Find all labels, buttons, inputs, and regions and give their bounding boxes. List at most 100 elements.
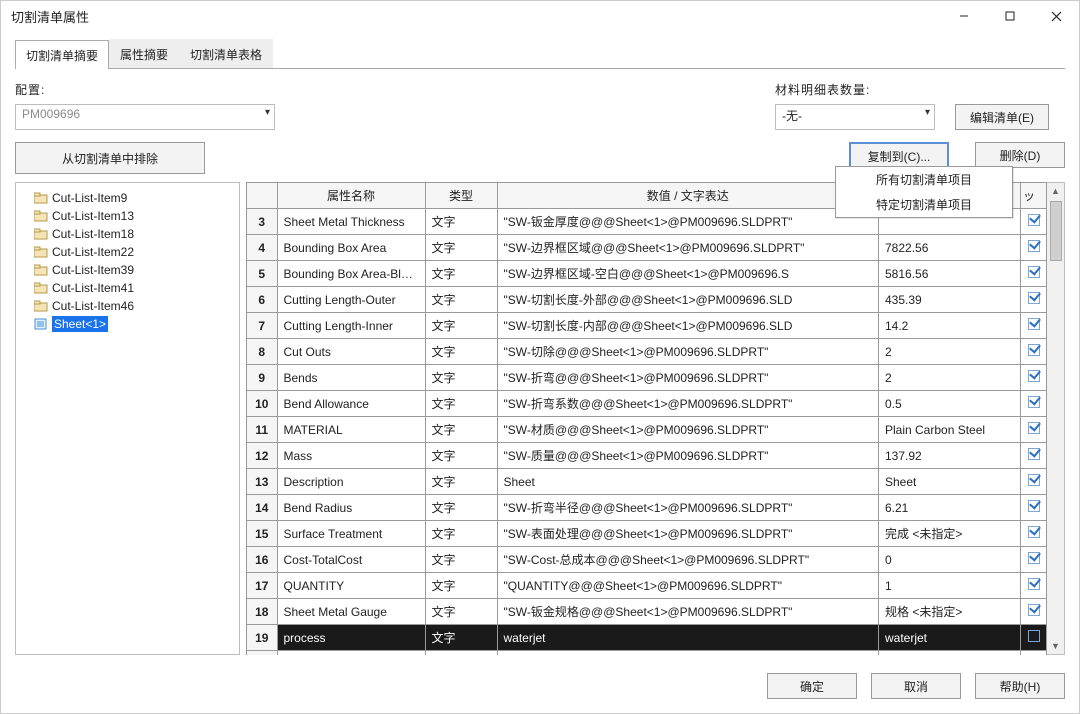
cell-expr[interactable]: "SW-切割长度-内部@@@Sheet<1>@PM009696.SLD (497, 313, 879, 339)
checkbox-icon[interactable] (1028, 474, 1040, 486)
table-row[interactable]: 18Sheet Metal Gauge文字"SW-钣金规格@@@Sheet<1>… (247, 599, 1047, 625)
scroll-up-icon[interactable]: ▲ (1047, 183, 1064, 199)
maximize-button[interactable] (987, 1, 1033, 31)
checkbox-icon[interactable] (1028, 526, 1040, 538)
cell-eval[interactable]: 0 (879, 547, 1021, 573)
cell-name[interactable]: Bounding Box Area-Blank (277, 261, 425, 287)
checkbox-icon[interactable] (1028, 422, 1040, 434)
tab-table[interactable]: 切割清单表格 (179, 39, 273, 68)
cell-eval[interactable]: 2 (879, 365, 1021, 391)
table-row[interactable]: 5Bounding Box Area-Blank文字"SW-边界框区域-空白@@… (247, 261, 1047, 287)
cell-type[interactable]: 文字 (425, 599, 497, 625)
cell-expr[interactable]: "SW-质量@@@Sheet<1>@PM009696.SLDPRT" (497, 443, 879, 469)
cell-link[interactable] (1021, 313, 1047, 339)
cell-name[interactable]: Cutting Length-Inner (277, 313, 425, 339)
cell-link[interactable] (1021, 495, 1047, 521)
table-row[interactable]: 8Cut Outs文字"SW-切除@@@Sheet<1>@PM009696.SL… (247, 339, 1047, 365)
checkbox-icon[interactable] (1028, 630, 1040, 642)
cell-link[interactable] (1021, 365, 1047, 391)
cell-name[interactable]: Description (277, 469, 425, 495)
cell-name[interactable]: Sheet Metal Gauge (277, 599, 425, 625)
cell-expr[interactable]: "SW-边界框区域@@@Sheet<1>@PM009696.SLDPRT" (497, 235, 879, 261)
tree-item[interactable]: Cut-List-Item9 (20, 189, 235, 207)
cell-type[interactable]: 文字 (425, 209, 497, 235)
tree-item[interactable]: Cut-List-Item41 (20, 279, 235, 297)
cell-name[interactable]: Bends (277, 365, 425, 391)
header-expr[interactable]: 数值 / 文字表达 (497, 183, 879, 209)
tab-prop-summary[interactable]: 属性摘要 (109, 39, 179, 68)
cell-type[interactable]: 文字 (425, 547, 497, 573)
table-row[interactable]: 7Cutting Length-Inner文字"SW-切割长度-内部@@@She… (247, 313, 1047, 339)
cell-link[interactable] (1021, 261, 1047, 287)
cell-expr[interactable]: "SW-表面处理@@@Sheet<1>@PM009696.SLDPRT" (497, 521, 879, 547)
cell-name[interactable]: Cutting Length-Outer (277, 287, 425, 313)
tree-item[interactable]: Cut-List-Item22 (20, 243, 235, 261)
checkbox-icon[interactable] (1028, 604, 1040, 616)
bom-qty-dropdown[interactable]: -无- ▾ (775, 104, 935, 130)
cell-link[interactable] (1021, 521, 1047, 547)
checkbox-icon[interactable] (1028, 370, 1040, 382)
vertical-scrollbar[interactable]: ▲ ▼ (1047, 182, 1065, 655)
checkbox-icon[interactable] (1028, 292, 1040, 304)
header-name[interactable]: 属性名称 (277, 183, 425, 209)
cell-link[interactable] (1021, 625, 1047, 651)
cell-name[interactable]: <键入新属性> (277, 651, 425, 656)
cell-expr[interactable]: "SW-Cost-总成本@@@Sheet<1>@PM009696.SLDPRT" (497, 547, 879, 573)
cell-expr[interactable]: "QUANTITY@@@Sheet<1>@PM009696.SLDPRT" (497, 573, 879, 599)
cell-eval[interactable]: 137.92 (879, 443, 1021, 469)
cell-name[interactable]: Cut Outs (277, 339, 425, 365)
checkbox-icon[interactable] (1028, 552, 1040, 564)
cell-type[interactable] (425, 651, 497, 656)
cell-eval[interactable]: 6.21 (879, 495, 1021, 521)
cell-expr[interactable]: Sheet (497, 469, 879, 495)
cell-link[interactable] (1021, 287, 1047, 313)
cell-name[interactable]: process (277, 625, 425, 651)
cell-eval[interactable]: 完成 <未指定> (879, 521, 1021, 547)
cell-name[interactable]: Cost-TotalCost (277, 547, 425, 573)
cell-type[interactable]: 文字 (425, 365, 497, 391)
cell-expr[interactable]: "SW-切割长度-外部@@@Sheet<1>@PM009696.SLD (497, 287, 879, 313)
ok-button[interactable]: 确定 (767, 673, 857, 699)
cell-expr[interactable]: "SW-折弯半径@@@Sheet<1>@PM009696.SLDPRT" (497, 495, 879, 521)
tab-summary[interactable]: 切割清单摘要 (15, 40, 109, 69)
tree-item[interactable]: Cut-List-Item18 (20, 225, 235, 243)
cell-type[interactable]: 文字 (425, 391, 497, 417)
checkbox-icon[interactable] (1028, 578, 1040, 590)
cell-name[interactable]: MATERIAL (277, 417, 425, 443)
checkbox-icon[interactable] (1028, 500, 1040, 512)
cell-eval[interactable]: 2 (879, 339, 1021, 365)
scroll-thumb[interactable] (1050, 201, 1062, 261)
cell-eval[interactable]: 435.39 (879, 287, 1021, 313)
tree-item[interactable]: Cut-List-Item13 (20, 207, 235, 225)
cell-name[interactable]: Surface Treatment (277, 521, 425, 547)
tree-item[interactable]: Cut-List-Item46 (20, 297, 235, 315)
scroll-down-icon[interactable]: ▼ (1047, 638, 1064, 654)
cell-type[interactable]: 文字 (425, 469, 497, 495)
cell-expr[interactable]: "SW-折弯@@@Sheet<1>@PM009696.SLDPRT" (497, 365, 879, 391)
cell-eval[interactable] (879, 651, 1021, 656)
cell-eval[interactable]: 规格 <未指定> (879, 599, 1021, 625)
exclude-button[interactable]: 从切割清单中排除 (15, 142, 205, 174)
table-row[interactable]: 13Description文字SheetSheet (247, 469, 1047, 495)
cell-eval[interactable]: waterjet (879, 625, 1021, 651)
cell-type[interactable]: 文字 (425, 261, 497, 287)
table-row[interactable]: 10Bend Allowance文字"SW-折弯系数@@@Sheet<1>@PM… (247, 391, 1047, 417)
cell-eval[interactable]: 0.5 (879, 391, 1021, 417)
table-row[interactable]: 12Mass文字"SW-质量@@@Sheet<1>@PM009696.SLDPR… (247, 443, 1047, 469)
cell-name[interactable]: QUANTITY (277, 573, 425, 599)
help-button[interactable]: 帮助(H) (975, 673, 1065, 699)
table-row[interactable]: 17QUANTITY文字"QUANTITY@@@Sheet<1>@PM00969… (247, 573, 1047, 599)
table-row[interactable]: 16Cost-TotalCost文字"SW-Cost-总成本@@@Sheet<1… (247, 547, 1047, 573)
cell-expr[interactable] (497, 651, 879, 656)
cell-link[interactable] (1021, 469, 1047, 495)
header-chk[interactable]: ッ (1021, 183, 1047, 209)
cell-expr[interactable]: waterjet (497, 625, 879, 651)
cell-expr[interactable]: "SW-切除@@@Sheet<1>@PM009696.SLDPRT" (497, 339, 879, 365)
cell-type[interactable]: 文字 (425, 313, 497, 339)
header-type[interactable]: 类型 (425, 183, 497, 209)
menu-all-items[interactable]: 所有切割清单项目 (836, 167, 1012, 192)
cell-type[interactable]: 文字 (425, 235, 497, 261)
cell-link[interactable] (1021, 651, 1047, 656)
cell-link[interactable] (1021, 339, 1047, 365)
edit-list-button[interactable]: 编辑清单(E) (955, 104, 1049, 130)
